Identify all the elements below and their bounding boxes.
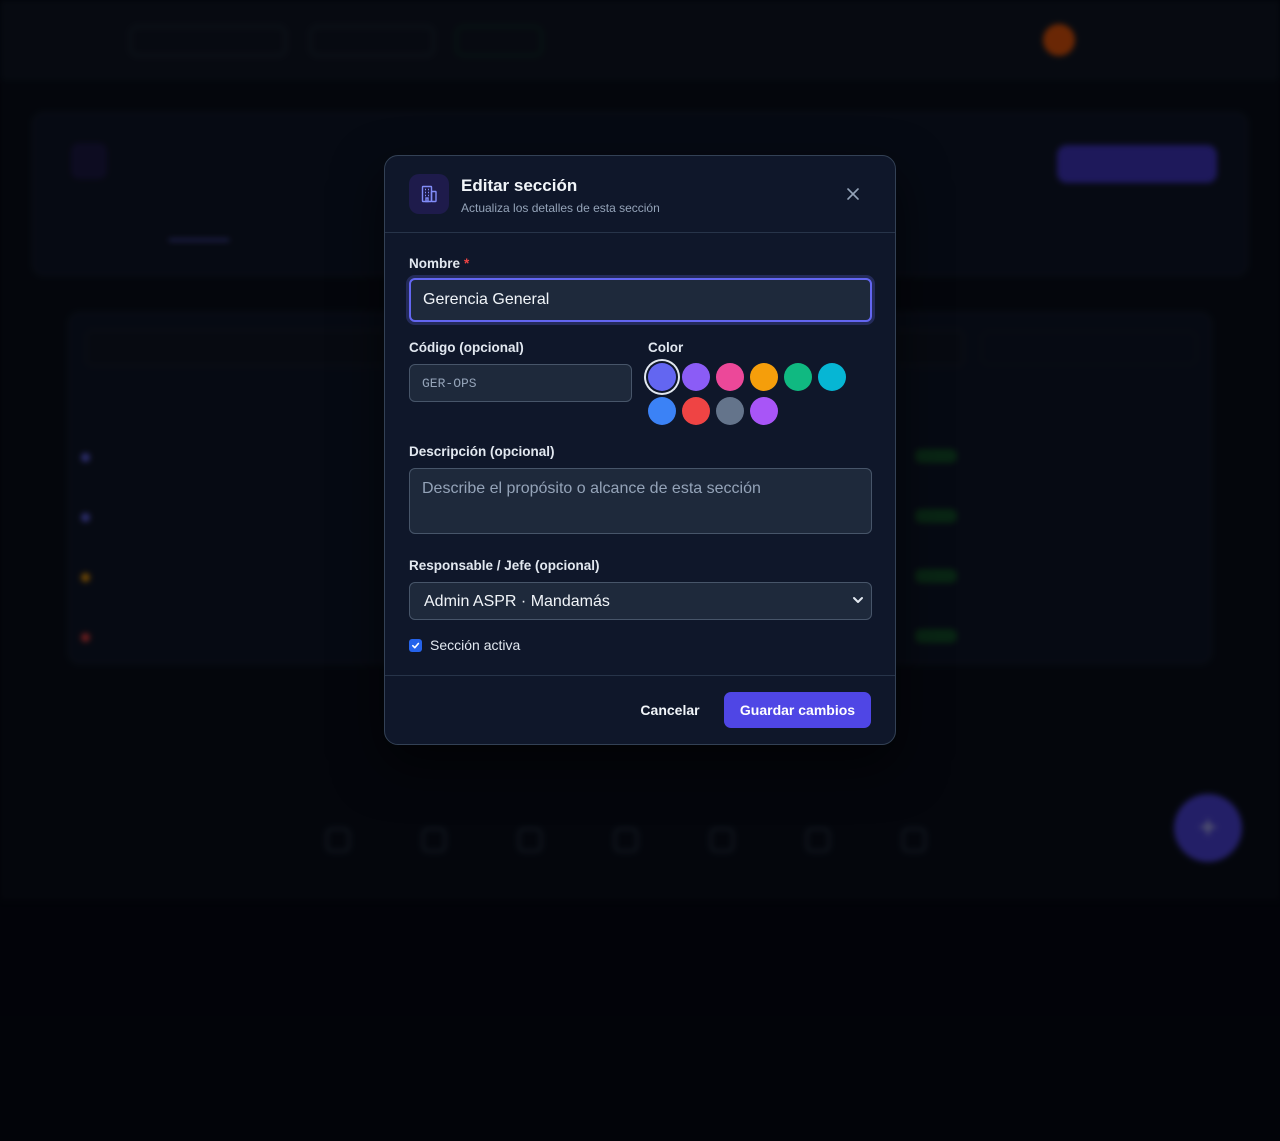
name-label: Nombre *: [409, 256, 470, 271]
building-icon: [409, 174, 449, 214]
color-swatch[interactable]: [648, 397, 676, 425]
modal-header: Editar sección Actualiza los detalles de…: [385, 156, 895, 233]
color-swatch[interactable]: [750, 397, 778, 425]
color-swatch[interactable]: [682, 397, 710, 425]
modal-footer-divider: [385, 675, 895, 676]
save-changes-button[interactable]: Guardar cambios: [724, 692, 871, 728]
color-swatch[interactable]: [818, 363, 846, 391]
description-textarea[interactable]: [409, 468, 872, 534]
cancel-button[interactable]: Cancelar: [625, 692, 715, 728]
color-swatch[interactable]: [716, 397, 744, 425]
color-label: Color: [648, 340, 684, 355]
modal-title: Editar sección: [461, 176, 578, 195]
edit-section-modal: Editar sección Actualiza los detalles de…: [384, 155, 896, 745]
color-swatch[interactable]: [648, 363, 676, 391]
name-input[interactable]: [409, 278, 872, 322]
color-swatch[interactable]: [682, 363, 710, 391]
description-label: Descripción (opcional): [409, 444, 555, 459]
code-input[interactable]: [409, 364, 632, 402]
active-checkbox[interactable]: [409, 639, 422, 652]
color-swatch[interactable]: [784, 363, 812, 391]
color-swatch[interactable]: [750, 363, 778, 391]
active-checkbox-label[interactable]: Sección activa: [430, 637, 520, 653]
manager-select[interactable]: Admin ASPR · Mandamás: [409, 582, 872, 620]
code-label: Código (opcional): [409, 340, 524, 355]
required-mark: *: [464, 256, 470, 271]
close-icon[interactable]: [841, 182, 865, 206]
check-icon: [411, 642, 420, 649]
color-swatch[interactable]: [716, 363, 744, 391]
manager-label: Responsable / Jefe (opcional): [409, 558, 600, 573]
modal-subtitle: Actualiza los detalles de esta sección: [461, 201, 660, 215]
